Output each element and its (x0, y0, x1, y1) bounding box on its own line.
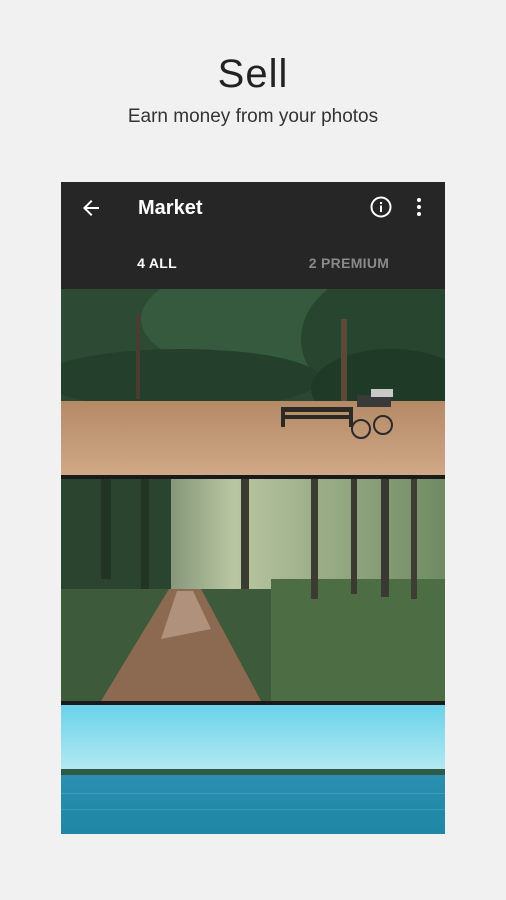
photo-park-bench[interactable] (61, 289, 445, 475)
tab-premium[interactable]: 2 PREMIUM (253, 234, 445, 289)
hero-subtitle: Earn money from your photos (127, 106, 379, 127)
tab-bar: 4 ALL 2 PREMIUM (61, 234, 445, 340)
info-icon[interactable] (369, 195, 393, 219)
more-vert-icon[interactable] (413, 195, 425, 219)
photo-forest-path[interactable] (61, 479, 445, 701)
tab-all[interactable]: 4 ALL (61, 234, 253, 289)
phone-screen: Market 4 ALL 2 PREMIUM (61, 182, 445, 834)
arrow-left-icon[interactable] (79, 196, 103, 220)
page-title: Market (138, 197, 203, 219)
photo-lake[interactable] (61, 705, 445, 834)
app-bar: Market (61, 182, 445, 234)
hero-title: Sell (217, 52, 289, 96)
